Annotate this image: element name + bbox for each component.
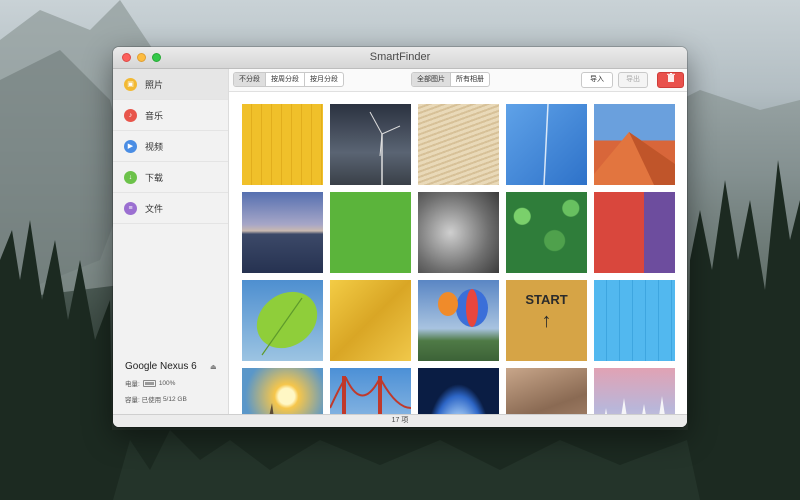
storage-row: 容量: 已使用 5/12 GB: [125, 394, 225, 405]
photo-thumbnail[interactable]: [594, 368, 675, 415]
file-icon: ≡: [124, 201, 137, 215]
sidebar: ▣ 照片 ♪ 音乐 ▶ 视频 ↓ 下载 ≡ 文件 Google Nexus 6 …: [113, 69, 229, 415]
photo-thumbnail[interactable]: [594, 104, 675, 185]
device-info: Google Nexus 6 ⏏ 电量: 100% 容量: 已使用 5/12 G…: [125, 361, 225, 404]
sidebar-item-music[interactable]: ♪ 音乐: [113, 100, 228, 131]
photo-thumbnail[interactable]: [594, 192, 675, 273]
segment-no-grouping[interactable]: 不分段: [234, 73, 266, 86]
photo-thumbnail[interactable]: [594, 280, 675, 361]
photo-thumbnail[interactable]: [418, 368, 499, 415]
sidebar-item-download[interactable]: ↓ 下载: [113, 162, 228, 193]
arrow-up-icon: ↑: [541, 310, 552, 332]
segment-all-photos[interactable]: 全部图片: [412, 73, 451, 86]
photo-thumbnail[interactable]: [418, 104, 499, 185]
window-title: SmartFinder: [369, 51, 431, 63]
photo-thumbnail[interactable]: [330, 280, 411, 361]
photo-thumbnail[interactable]: [506, 104, 587, 185]
battery-row: 电量: 100%: [125, 378, 225, 388]
eject-icon[interactable]: ⏏: [210, 363, 217, 371]
title-bar: SmartFinder: [113, 47, 687, 69]
photo-icon: ▣: [124, 77, 137, 91]
photo-thumbnail[interactable]: START ↑: [506, 280, 587, 361]
music-icon: ♪: [124, 108, 137, 122]
export-button[interactable]: 导出: [618, 72, 648, 88]
item-count: 17 项: [391, 417, 409, 424]
sidebar-item-label: 下载: [145, 172, 164, 183]
app-window: SmartFinder ▣ 照片 ♪ 音乐 ▶ 视频 ↓ 下载 ≡ 文件 Goo…: [113, 47, 687, 427]
sidebar-item-label: 文件: [145, 203, 164, 214]
start-sign-text: START: [525, 292, 568, 307]
photo-thumbnail[interactable]: [242, 104, 323, 185]
storage-label: 容量: 已使用: [125, 397, 162, 404]
photo-thumbnail[interactable]: [242, 192, 323, 273]
photo-thumbnail[interactable]: [418, 280, 499, 361]
trash-icon: [666, 73, 675, 82]
group-by-segmented-control: 不分段 按周分段 按月分段: [233, 72, 344, 87]
battery-value: 100%: [158, 379, 176, 387]
photo-thumbnail[interactable]: [506, 192, 587, 273]
sidebar-item-label: 照片: [145, 79, 164, 90]
sidebar-item-photos[interactable]: ▣ 照片: [113, 69, 228, 100]
photo-grid: START ↑: [229, 92, 687, 415]
storage-value: 5/12 GB: [162, 395, 187, 403]
segment-all-albums[interactable]: 所有相册: [451, 73, 489, 86]
sidebar-item-video[interactable]: ▶ 视频: [113, 131, 228, 162]
view-segmented-control: 全部图片 所有相册: [411, 72, 490, 87]
import-button[interactable]: 导入: [581, 72, 613, 88]
battery-label: 电量:: [125, 381, 140, 388]
status-bar: 17 项: [113, 414, 687, 427]
video-icon: ▶: [124, 139, 137, 153]
toolbar: 不分段 按周分段 按月分段 全部图片 所有相册 导入 导出: [229, 69, 687, 92]
delete-button[interactable]: [657, 72, 684, 88]
photo-thumbnail[interactable]: [418, 192, 499, 273]
photo-thumbnail[interactable]: [330, 104, 411, 185]
segment-by-week[interactable]: 按周分段: [266, 73, 305, 86]
photo-thumbnail[interactable]: [242, 368, 323, 415]
sidebar-item-label: 音乐: [145, 110, 164, 121]
download-icon: ↓: [124, 170, 137, 184]
photo-thumbnail[interactable]: [506, 368, 587, 415]
battery-icon: [142, 379, 156, 387]
photo-thumbnail[interactable]: [330, 192, 411, 273]
segment-by-month[interactable]: 按月分段: [305, 73, 343, 86]
photo-thumbnail[interactable]: [242, 280, 323, 361]
sidebar-item-files[interactable]: ≡ 文件: [113, 193, 228, 224]
sidebar-item-label: 视频: [145, 141, 164, 152]
photo-thumbnail[interactable]: [330, 368, 411, 415]
